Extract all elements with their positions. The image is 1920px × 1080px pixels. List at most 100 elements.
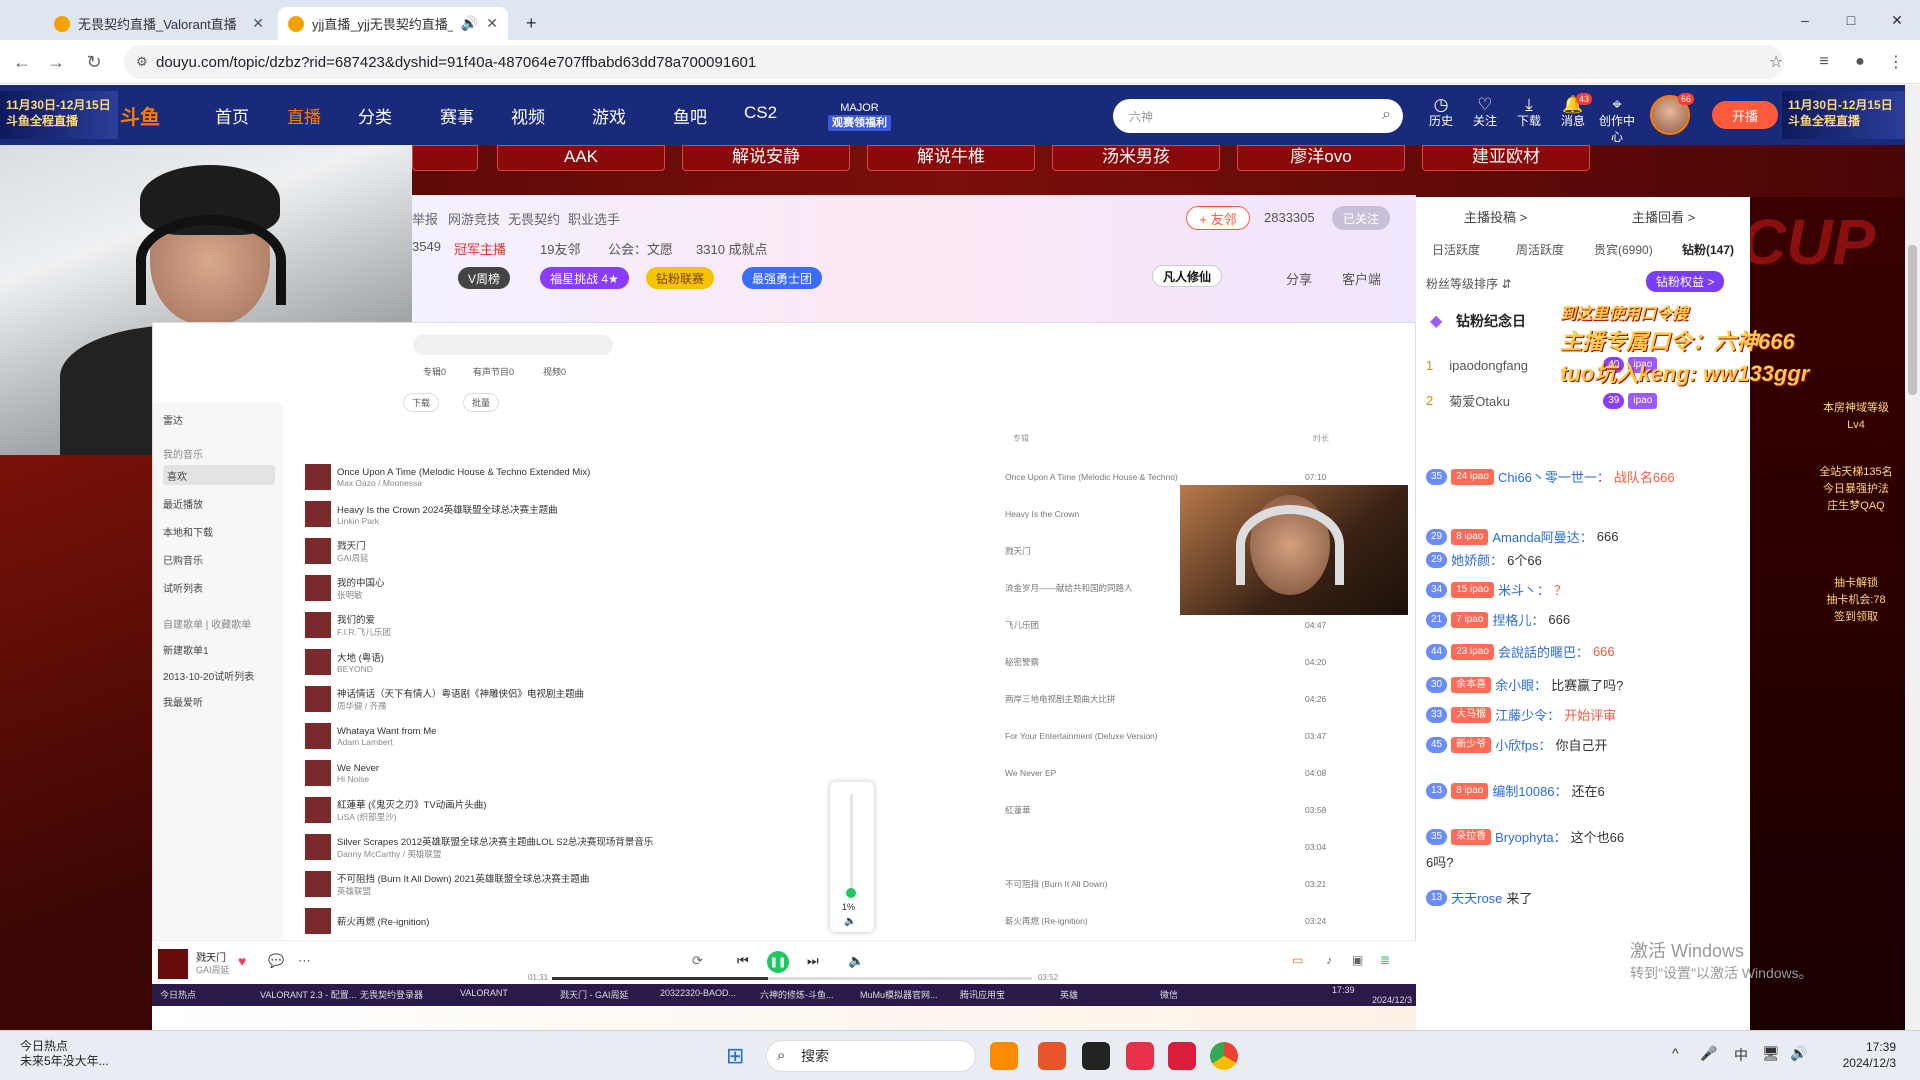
song-album[interactable]: 不可阻挡 (Burn It All Down) bbox=[1005, 878, 1205, 890]
volume-knob[interactable] bbox=[846, 888, 856, 898]
nav-video[interactable]: 视频 bbox=[511, 103, 545, 128]
chat-message[interactable]: 21 7 ipao 捏格儿： 666 bbox=[1426, 610, 1570, 629]
chat-message[interactable]: 6吗? bbox=[1426, 852, 1453, 871]
song-row[interactable]: 大地 (粤语) BEYOND 秘密警察 04:20 bbox=[305, 644, 1385, 680]
song-album[interactable]: 飞儿乐团 bbox=[1005, 619, 1205, 631]
chat-message[interactable]: 44 23 ipao 会說話的暱巴： 666 bbox=[1426, 642, 1615, 661]
chat-nickname[interactable]: 捏格儿： bbox=[1492, 610, 1544, 629]
chat-message[interactable]: 29 她娇颜： 6个66 bbox=[1426, 550, 1542, 569]
side-ad-text[interactable]: 本房神域等级 Lv4 全站天梯135名 今日暴强护法 庄生梦QAQ 抽卡解锁 抽卡机会:78… bbox=[1808, 400, 1904, 626]
event-banner-right[interactable]: 11月30日-12月15日 斗鱼全程直播 bbox=[1782, 91, 1905, 139]
go-live-button[interactable]: 开播 bbox=[1712, 101, 1778, 129]
pause-icon[interactable]: ❚❚ bbox=[767, 951, 789, 973]
chat-nickname[interactable]: Chi66丶零一世一： bbox=[1498, 467, 1610, 486]
song-album[interactable]: Once Upon A Time (Melodic House & Techno… bbox=[1005, 472, 1205, 482]
song-album[interactable]: 薪火再燃 (Re-ignition) bbox=[1005, 915, 1205, 927]
streamer-submit-link[interactable]: 主播投稿 > bbox=[1464, 207, 1527, 226]
close-tab-icon[interactable]: ✕ bbox=[252, 15, 264, 32]
lucky-star-pill[interactable]: 福星挑战 4★ bbox=[540, 267, 629, 289]
chat-nickname[interactable]: 江藤少令： bbox=[1495, 705, 1560, 724]
tab-videos[interactable]: 视频0 bbox=[543, 365, 566, 378]
sidebar-radar[interactable]: 雷达 bbox=[163, 409, 183, 429]
chat-message[interactable]: 29 8 ipao Amanda阿曼达： 666 bbox=[1426, 527, 1619, 546]
song-album[interactable]: 秘密警察 bbox=[1005, 656, 1205, 668]
taskbar-app-chrome[interactable] bbox=[1210, 1042, 1238, 1070]
prev-icon[interactable]: ⏮ bbox=[737, 953, 749, 969]
menu-kebab-icon[interactable]: ⋮ bbox=[1882, 48, 1910, 76]
fan-rank-row[interactable]: 2 菊爱Otaku 39 ipao bbox=[1426, 391, 1661, 410]
user-avatar[interactable]: 66 bbox=[1650, 93, 1694, 135]
chat-nickname[interactable]: Amanda阿曼达： bbox=[1492, 527, 1592, 546]
chat-message[interactable]: 34 15 ipao 米斗丶：？ bbox=[1426, 580, 1567, 599]
chat-message[interactable]: 45 新少爷 小欣fps： 你自己开 bbox=[1426, 735, 1607, 754]
weekly-rank-pill[interactable]: V周榜 bbox=[458, 267, 511, 289]
minimize-button[interactable]: – bbox=[1782, 0, 1828, 40]
sidebar-trial[interactable]: 试听列表 bbox=[163, 577, 203, 597]
chat-nickname[interactable]: 小欣fps： bbox=[1495, 735, 1551, 754]
share-link[interactable]: 分享 bbox=[1286, 269, 1312, 288]
chat-message[interactable]: 13 8 ipao 编制10086： 还在6 bbox=[1426, 781, 1605, 800]
tray-network-icon[interactable]: 🖥 bbox=[1762, 1045, 1780, 1062]
sponsor-badge[interactable]: 凡人修仙 bbox=[1152, 265, 1223, 287]
breadcrumb-item[interactable]: 无畏契约 bbox=[508, 209, 560, 228]
breadcrumb-item[interactable]: 职业选手 bbox=[568, 209, 620, 228]
song-album[interactable]: We Never EP bbox=[1005, 768, 1205, 778]
sidebar-playlist[interactable]: 我最爱听 bbox=[163, 691, 203, 711]
song-album[interactable]: Heavy Is the Crown bbox=[1005, 509, 1205, 519]
taskbar-clock[interactable]: 17:39 2024/12/3 bbox=[1830, 1039, 1896, 1071]
nav-esports[interactable]: 赛事 bbox=[440, 103, 474, 128]
playlist-icon[interactable]: ≣ bbox=[1380, 953, 1390, 967]
fan-sort-toggle[interactable]: 粉丝等级排序 ⇵ bbox=[1426, 275, 1511, 292]
back-arrow-icon[interactable]: ← bbox=[8, 48, 36, 76]
sidebar-purchased[interactable]: 已购音乐 bbox=[163, 549, 203, 569]
room-tag[interactable]: 解说牛椎 bbox=[867, 145, 1035, 171]
close-tab-icon[interactable]: ✕ bbox=[486, 15, 498, 32]
breadcrumb-item[interactable]: 网游竞技 bbox=[448, 209, 500, 228]
site-info-icon[interactable]: ⚙ bbox=[136, 54, 148, 70]
douyu-search-input[interactable]: 六神 ⌕ bbox=[1113, 99, 1403, 133]
chat-nickname[interactable]: 余小眼： bbox=[1495, 675, 1547, 694]
progress-bar[interactable] bbox=[552, 977, 1032, 980]
nav-live[interactable]: 直播 bbox=[287, 103, 321, 128]
batch-button[interactable]: 批量 bbox=[463, 393, 500, 412]
taskbar-app-obs[interactable] bbox=[1082, 1042, 1110, 1070]
tab-vip[interactable]: 贵宾(6990) bbox=[1594, 241, 1653, 258]
tab-daily-activity[interactable]: 日活跃度 bbox=[1432, 241, 1480, 258]
nav-cs2[interactable]: CS2 bbox=[744, 103, 777, 123]
next-icon[interactable]: ⏭ bbox=[807, 953, 819, 969]
url-field[interactable]: ⚙ douyu.com/topic/dzbz?rid=687423&dyshid… bbox=[124, 45, 1784, 79]
player-search-input[interactable] bbox=[413, 335, 613, 355]
new-tab-button[interactable]: + bbox=[516, 7, 546, 40]
windows-start-icon[interactable]: ⊞ bbox=[726, 1043, 744, 1069]
messages-button[interactable]: 43 🔔 消息 bbox=[1550, 93, 1596, 129]
download-button[interactable]: ⤓ 下载 bbox=[1506, 96, 1552, 129]
douyu-logo[interactable]: 斗鱼 bbox=[120, 95, 200, 135]
chat-nickname[interactable]: 会說話的暱巴： bbox=[1498, 642, 1589, 661]
major-promo[interactable]: MAJOR 观赛领福利 bbox=[828, 101, 891, 131]
guild-info[interactable]: 公会：文愿 bbox=[608, 239, 673, 258]
loop-icon[interactable]: ⟳ bbox=[692, 953, 703, 969]
event-banner-left[interactable]: 11月30日-12月15日 斗鱼全程直播 bbox=[0, 91, 118, 139]
sidebar-playlist[interactable]: 新建歌单1 bbox=[163, 639, 209, 659]
chat-nickname[interactable]: 米斗丶： bbox=[1498, 580, 1550, 599]
taskbar-app-widget[interactable] bbox=[990, 1042, 1018, 1070]
news-widget[interactable]: 今日热点 未来5年没大年... bbox=[20, 1039, 109, 1069]
reload-icon[interactable]: ↻ bbox=[80, 48, 108, 76]
speaker-icon[interactable]: 🔊 bbox=[461, 15, 478, 32]
speaker-icon[interactable]: 🔈 bbox=[844, 916, 856, 927]
chat-message[interactable]: 35 24 ipao Chi66丶零一世一： 战队名666 bbox=[1426, 467, 1675, 486]
followed-button[interactable]: 已关注 bbox=[1332, 206, 1390, 230]
taskbar-app-valorant[interactable] bbox=[1038, 1042, 1066, 1070]
page-scrollbar[interactable] bbox=[1905, 85, 1920, 1030]
song-album[interactable]: 紅蓮華 bbox=[1005, 804, 1205, 816]
diamond-league-pill[interactable]: 钻粉联赛 bbox=[646, 267, 715, 289]
lyrics-icon[interactable]: ♪ bbox=[1326, 953, 1332, 967]
tab-yjj[interactable]: yjj直播_yjj无畏契约直播_yj 🔊 ✕ bbox=[278, 7, 508, 40]
heart-icon[interactable]: ♥ bbox=[238, 953, 246, 969]
nav-fishbar[interactable]: 鱼吧 bbox=[673, 103, 707, 128]
chat-message[interactable]: 33 大马猴 江藤少令： 开始评审 bbox=[1426, 705, 1616, 724]
sidebar-recent[interactable]: 最近播放 bbox=[163, 493, 203, 513]
scroll-thumb[interactable] bbox=[1908, 245, 1917, 395]
report-link[interactable]: 举报 bbox=[412, 209, 438, 228]
song-row[interactable]: 神话情话（天下有情人）粤语剧《神雕侠侣》电视剧主题曲 周华健 / 齐豫 两岸三地电视… bbox=[305, 681, 1385, 717]
